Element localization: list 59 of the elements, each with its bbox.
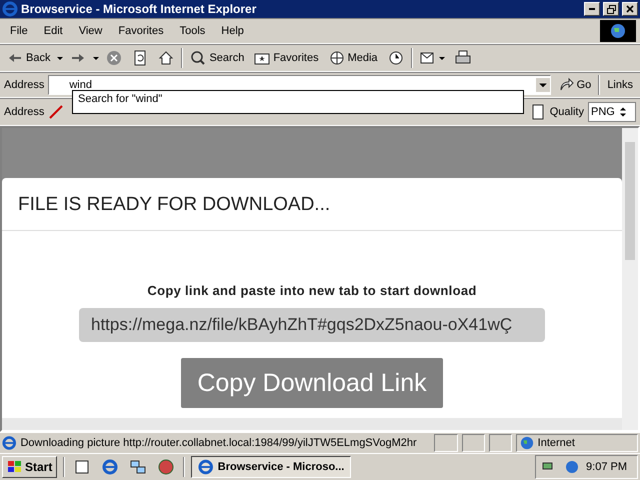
suggestion-dropdown-menu[interactable]: Search for "wind" xyxy=(72,90,524,114)
minimize-icon xyxy=(589,8,595,10)
links-button[interactable]: Links xyxy=(604,77,636,93)
back-button[interactable]: Back xyxy=(4,48,54,68)
clock-icon xyxy=(388,50,404,66)
restore-icon xyxy=(606,4,616,14)
clock: 9:07 PM xyxy=(586,461,627,473)
window-ie-icon xyxy=(198,459,214,475)
start-button[interactable]: Start xyxy=(2,456,58,478)
status-pane xyxy=(488,434,512,452)
horizontal-scrollbar[interactable] xyxy=(2,418,622,430)
home-icon xyxy=(158,50,174,66)
address-label: Address xyxy=(4,79,44,91)
go-button[interactable]: Go xyxy=(554,75,594,95)
browser-icon xyxy=(102,459,118,475)
copy-link-button[interactable]: Copy Download Link xyxy=(181,358,443,408)
globe-icon xyxy=(520,436,534,450)
caret-icon xyxy=(93,56,100,60)
globe-logo-icon xyxy=(600,20,636,42)
menu-item[interactable]: Favorites xyxy=(112,25,170,37)
status-pane xyxy=(434,434,458,452)
zone-text: Internet xyxy=(538,437,575,449)
menu-item[interactable]: File xyxy=(4,25,34,37)
computers-icon xyxy=(130,459,146,475)
printer-icon xyxy=(454,50,471,66)
taskbar-window-button[interactable]: Browservice - Microso... xyxy=(191,456,352,478)
refresh-page-icon xyxy=(132,50,148,66)
media-globe-icon xyxy=(328,50,345,66)
go-arrow-icon xyxy=(558,77,574,93)
search-icon xyxy=(190,50,206,66)
caret-icon xyxy=(57,56,64,60)
quality-label: Quality xyxy=(550,106,584,118)
caret-icon xyxy=(438,56,445,60)
link-field[interactable]: https://mega.nz/file/kBAyhZhT#gqs2DxZ5naou-oX41wÇ xyxy=(79,308,545,342)
ball-icon xyxy=(158,459,174,475)
vertical-scrollbar[interactable] xyxy=(622,128,638,430)
menu-item[interactable]: View xyxy=(72,25,108,37)
instruction-text: Copy link and paste into new tab to start download xyxy=(147,283,477,298)
page-icon xyxy=(530,104,546,120)
menu-item[interactable]: Help xyxy=(215,25,250,37)
windows-flag-icon xyxy=(7,459,23,475)
media-button[interactable]: Media xyxy=(326,48,381,68)
menu-item[interactable]: Edit xyxy=(38,25,69,37)
page-address-label: Address xyxy=(4,106,44,118)
envelope-icon xyxy=(420,50,436,66)
ie-logo-icon xyxy=(2,1,18,17)
favorites-button[interactable]: Favorites xyxy=(251,48,322,68)
close-icon xyxy=(626,5,634,13)
window-title: Browservice - Microsoft Internet Explorer xyxy=(21,2,258,16)
minimize-button[interactable] xyxy=(584,2,600,16)
restore-button[interactable] xyxy=(603,2,619,16)
menu-item[interactable]: Tools xyxy=(174,25,212,37)
status-text: Downloading picture http://router.collabnet.local:1984/99/yilJTW5ELmgSVogM2hr xyxy=(20,437,418,449)
card-heading: FILE IS READY FOR DOWNLOAD... xyxy=(2,178,622,231)
quality-select[interactable]: PNG xyxy=(588,102,636,122)
search-button[interactable]: Search xyxy=(187,48,248,68)
status-pane xyxy=(462,434,485,452)
stop-icon xyxy=(106,50,122,66)
close-button[interactable] xyxy=(622,2,638,16)
